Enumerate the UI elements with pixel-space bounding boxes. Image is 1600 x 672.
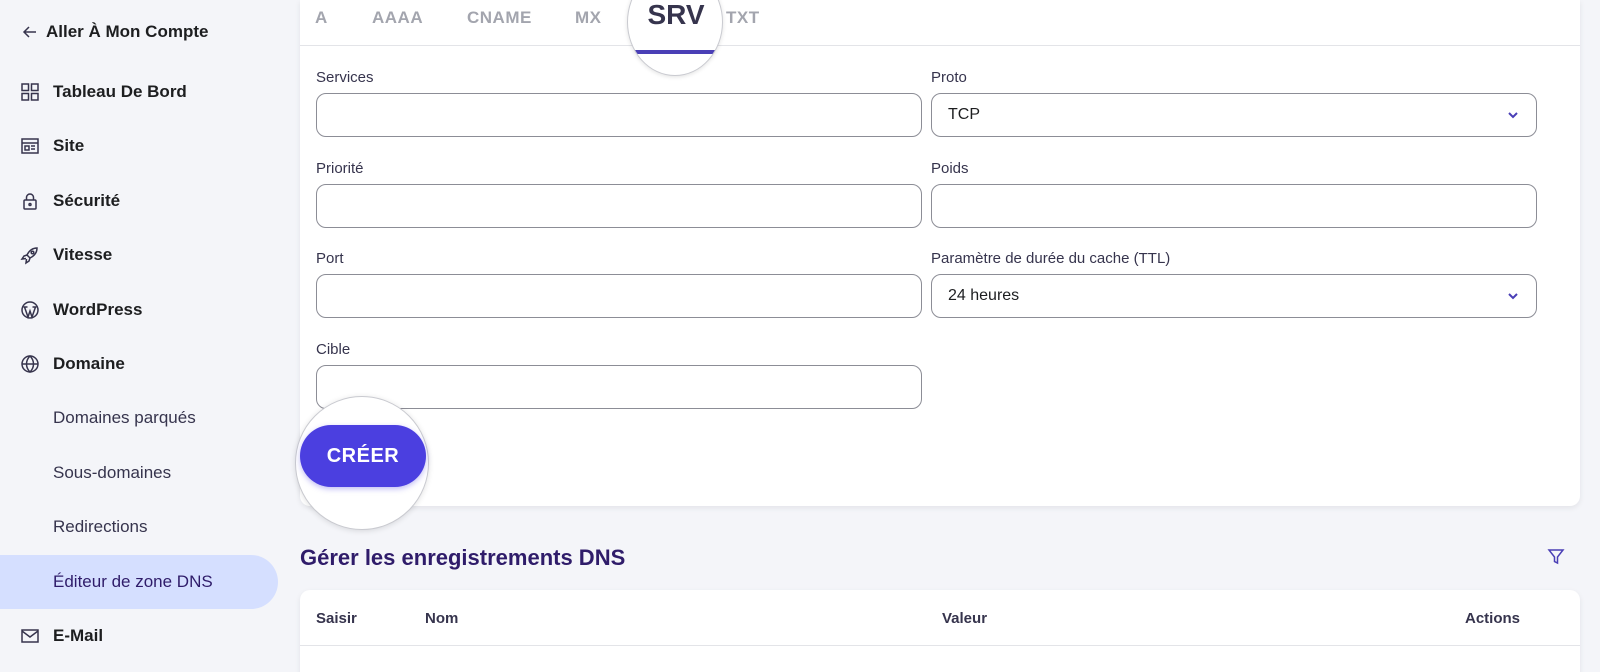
sidebar-item-label: Domaine	[53, 354, 125, 373]
tab-srv-label: SRV	[647, 0, 705, 30]
tab-cname[interactable]: CNAME	[467, 8, 532, 28]
sidebar-subitem-redirects[interactable]: Redirections	[0, 500, 278, 554]
create-button[interactable]: CRÉER	[300, 425, 426, 487]
arrow-left-icon	[20, 22, 40, 42]
sidebar-item-email[interactable]: E-Mail	[0, 616, 278, 656]
mail-icon	[20, 626, 40, 646]
dns-records-table: Saisir Nom Valeur Actions	[300, 590, 1580, 672]
weight-input[interactable]	[931, 184, 1537, 228]
wordpress-icon	[20, 300, 40, 320]
dns-record-form-card: A AAAA CNAME MX TXT SRV Services Proto T…	[295, 0, 1580, 530]
column-header-value: Valeur	[942, 610, 988, 627]
sidebar-item-label: E-Mail	[53, 626, 104, 645]
create-button-lens: CRÉER	[295, 396, 429, 530]
priority-label: Priorité	[316, 160, 364, 177]
grid-icon	[20, 82, 40, 102]
port-label: Port	[316, 250, 344, 267]
rocket-icon	[20, 245, 40, 265]
tab-srv[interactable]: SRV	[627, 0, 723, 76]
table-header-divider	[300, 645, 1580, 646]
back-label: Aller À Mon Compte	[46, 22, 209, 41]
sidebar-subitem-label: Éditeur de zone DNS	[53, 572, 213, 591]
ttl-select[interactable]: 24 heures	[931, 274, 1537, 318]
services-input[interactable]	[316, 93, 922, 137]
sidebar-item-security[interactable]: Sécurité	[0, 181, 278, 221]
port-input[interactable]	[316, 274, 922, 318]
proto-label: Proto	[931, 69, 967, 86]
globe-icon	[20, 354, 40, 374]
sidebar: Aller À Mon Compte Tableau De Bord Site …	[0, 0, 278, 672]
sidebar-item-speed[interactable]: Vitesse	[0, 235, 278, 275]
browser-icon	[20, 136, 40, 156]
sidebar-item-label: Vitesse	[53, 245, 113, 264]
sidebar-subitem-subdomains[interactable]: Sous-domaines	[0, 446, 278, 500]
sidebar-subitem-label: Sous-domaines	[53, 463, 172, 482]
target-input[interactable]	[316, 365, 922, 409]
priority-input[interactable]	[316, 184, 922, 228]
sidebar-item-dashboard[interactable]: Tableau De Bord	[0, 72, 278, 112]
proto-select[interactable]: TCP	[931, 93, 1537, 137]
ttl-selected-value: 24 heures	[948, 287, 1020, 304]
sidebar-subitem-dns-zone-editor[interactable]: Éditeur de zone DNS	[0, 555, 278, 609]
active-tab-indicator	[628, 50, 722, 54]
sidebar-item-label: Sécurité	[53, 191, 121, 210]
chevron-down-icon	[1506, 108, 1520, 122]
tab-a[interactable]: A	[315, 8, 328, 28]
lock-icon	[20, 191, 40, 211]
sidebar-item-wordpress[interactable]: WordPress	[0, 290, 278, 330]
sidebar-item-label: Site	[53, 136, 85, 155]
ttl-label: Paramètre de durée du cache (TTL)	[931, 250, 1171, 267]
sidebar-subitem-label: Domaines parqués	[53, 408, 196, 427]
column-header-type: Saisir	[316, 610, 357, 627]
record-type-tabs: A AAAA CNAME MX TXT SRV	[300, 0, 1580, 76]
records-section-title: Gérer les enregistrements DNS	[300, 545, 626, 570]
proto-selected-value: TCP	[948, 106, 980, 123]
filter-icon[interactable]	[1546, 547, 1566, 567]
target-label: Cible	[316, 341, 351, 358]
column-header-actions: Actions	[1465, 610, 1521, 627]
back-to-account-link[interactable]: Aller À Mon Compte	[0, 12, 278, 52]
services-label: Services	[316, 69, 374, 86]
chevron-down-icon	[1506, 289, 1520, 303]
sidebar-subitem-label: Redirections	[53, 517, 148, 536]
tab-aaaa[interactable]: AAAA	[372, 8, 423, 28]
weight-label: Poids	[931, 160, 969, 177]
sidebar-item-domain[interactable]: Domaine	[0, 344, 278, 384]
tab-txt[interactable]: TXT	[726, 8, 760, 28]
sidebar-item-label: Tableau De Bord	[53, 82, 187, 101]
column-header-name: Nom	[425, 610, 459, 627]
sidebar-item-label: WordPress	[53, 300, 143, 319]
tab-mx[interactable]: MX	[575, 8, 602, 28]
sidebar-item-site[interactable]: Site	[0, 126, 278, 166]
sidebar-subitem-parked-domains[interactable]: Domaines parqués	[0, 391, 278, 445]
